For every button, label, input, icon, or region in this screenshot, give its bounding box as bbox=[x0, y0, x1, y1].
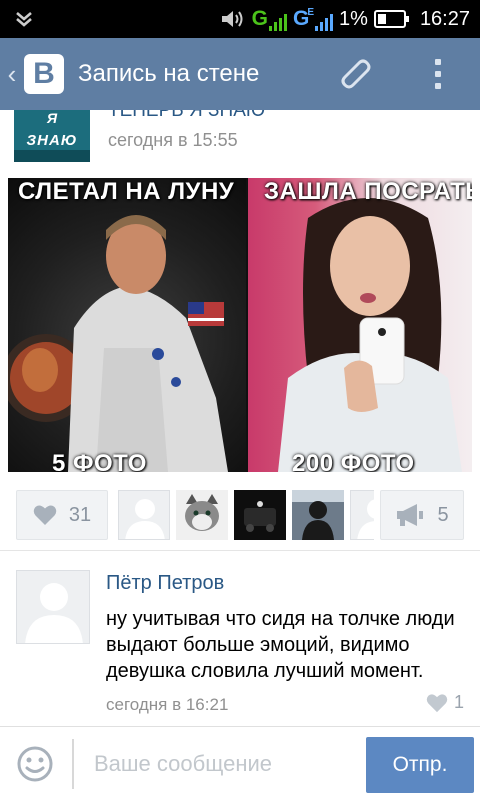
comment-item: Пётр Петров ну учитывая что сидя на толч… bbox=[0, 552, 480, 722]
smiley-icon[interactable] bbox=[16, 745, 54, 783]
liker-avatar-person[interactable] bbox=[292, 490, 344, 540]
share-count: 5 bbox=[437, 503, 449, 526]
avatar-text-main: ЗНАЮ bbox=[26, 132, 78, 149]
message-composer: Отпр. bbox=[0, 726, 480, 800]
avatar-text-top: Я bbox=[46, 110, 58, 126]
post-actions: 31 5 bbox=[0, 488, 480, 544]
megaphone-icon bbox=[397, 504, 424, 526]
share-button[interactable]: 5 bbox=[380, 490, 464, 540]
image-left-astronaut: СЛЕТАЛ НА ЛУНУ 5 ФОТО bbox=[8, 178, 246, 472]
clock: 16:27 bbox=[419, 7, 470, 30]
battery-icon bbox=[373, 10, 409, 28]
liker-avatar-placeholder[interactable] bbox=[118, 490, 170, 540]
divider bbox=[0, 550, 480, 551]
post-image[interactable]: СЛЕТАЛ НА ЛУНУ 5 ФОТО ЗАШЛА ПОСРАТЬ 200 … bbox=[8, 178, 472, 472]
image-right-girl: ЗАШЛА ПОСРАТЬ 200 ФОТО bbox=[248, 178, 472, 472]
like-button[interactable]: 31 bbox=[16, 490, 108, 540]
like-count: 31 bbox=[68, 503, 92, 526]
composer-separator bbox=[72, 739, 74, 789]
heart-icon bbox=[33, 505, 57, 525]
status-bar: G G E 1% 16:27 bbox=[0, 0, 480, 38]
post-avatar[interactable]: Я ЗНАЮ bbox=[14, 110, 90, 162]
post-author[interactable]: ТЕПЕРЬ Я ЗНАЮ bbox=[108, 110, 265, 122]
back-chevron-icon[interactable]: ‹ bbox=[0, 38, 24, 110]
signal-icon-2: G E bbox=[293, 7, 334, 31]
liker-avatar-car[interactable] bbox=[234, 490, 286, 540]
comment-author[interactable]: Пётр Петров bbox=[106, 572, 224, 595]
likers-strip[interactable] bbox=[118, 490, 374, 540]
right-caption-bottom: 200 ФОТО bbox=[292, 450, 415, 472]
screen: G G E 1% 16:27 ‹ В Запись на стене Я ЗНА… bbox=[0, 0, 480, 800]
left-caption-bottom: 5 ФОТО bbox=[52, 450, 147, 472]
page-title: Запись на стене bbox=[78, 60, 260, 87]
post-header: Я ЗНАЮ ТЕПЕРЬ Я ЗНАЮ сегодня в 15:55 bbox=[0, 110, 480, 174]
volume-icon bbox=[221, 11, 243, 27]
comment-time: сегодня в 16:21 bbox=[106, 695, 229, 714]
liker-avatar-cat[interactable] bbox=[176, 490, 228, 540]
status-icons: G G E 1% 16:27 bbox=[220, 0, 470, 38]
comment-text: ну учитывая что сидя на толчке люди выда… bbox=[106, 608, 455, 682]
comment-like-button[interactable]: 1 bbox=[426, 692, 464, 713]
signal-icon: G bbox=[251, 7, 288, 31]
heart-icon bbox=[426, 693, 448, 712]
message-input[interactable] bbox=[94, 745, 354, 783]
vk-logo[interactable]: В bbox=[24, 54, 64, 94]
comment-avatar[interactable] bbox=[16, 570, 90, 644]
comment-like-count: 1 bbox=[454, 692, 465, 712]
network-type-2-sup: E bbox=[307, 7, 315, 18]
overflow-menu-icon[interactable] bbox=[420, 48, 456, 100]
battery-percent: 1% bbox=[339, 7, 368, 30]
send-button[interactable]: Отпр. bbox=[366, 737, 474, 793]
liker-avatar-placeholder[interactable] bbox=[350, 490, 374, 540]
right-caption-top: ЗАШЛА ПОСРАТЬ bbox=[264, 178, 472, 205]
network-type-1: G bbox=[251, 7, 269, 30]
left-caption-top: СЛЕТАЛ НА ЛУНУ bbox=[18, 178, 235, 205]
paperclip-icon[interactable] bbox=[330, 52, 378, 96]
post-time: сегодня в 15:55 bbox=[108, 130, 238, 150]
app-bar: ‹ В Запись на стене bbox=[0, 38, 480, 110]
download-icon bbox=[16, 12, 32, 27]
